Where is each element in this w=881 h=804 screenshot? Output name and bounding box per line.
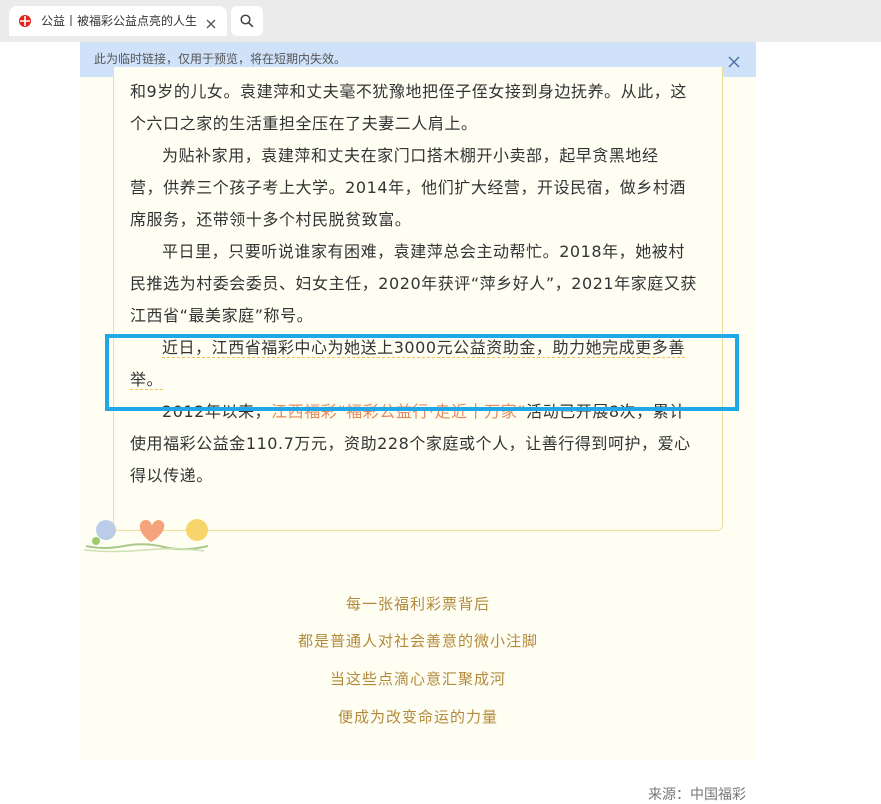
lottery-logo-icon [17, 13, 33, 29]
slogan-line: 便成为改变命运的力量 [337, 708, 498, 726]
tab-search-button[interactable] [231, 6, 263, 36]
tab-title: 公益丨被福彩公益点亮的人生 [41, 14, 198, 28]
paragraph-2: 为贴补家用，袁建萍和丈夫在家门口搭木棚开小卖部，起早贪黑地经 营，供养三个孩子考… [130, 140, 708, 236]
banner-text: 此为临时链接，仅用于预览，将在短期内失效。 [94, 52, 347, 66]
slogan-line: 当这些点滴心意汇聚成河 [329, 670, 506, 688]
close-icon[interactable] [728, 53, 740, 68]
text-line: 江西省“最美家庭”称号。 [130, 306, 314, 325]
slogan-line: 每一张福利彩票背后 [345, 595, 490, 613]
text-line: 营，供养三个孩子考上大学。2014年，他们扩大经营，开设民宿，做乡村酒 [130, 178, 686, 197]
article-card: 和9岁的儿女。袁建萍和丈夫毫不犹豫地把侄子侄女接到身边抚养。从此，这 个六口之家… [113, 67, 723, 531]
paragraph-3: 平日里，只要听说谁家有困难，袁建萍总会主动帮忙。2018年，她被村 民推选为村委… [130, 236, 708, 332]
text-line: 平日里，只要听说谁家有困难，袁建萍总会主动帮忙。2018年，她被村 [162, 242, 685, 261]
text-line: 个六口之家的生活重担全压在了夫妻二人肩上。 [130, 114, 478, 133]
browser-tab-bar: 公益丨被福彩公益点亮的人生 [0, 0, 881, 42]
tab-close-icon[interactable] [205, 15, 217, 29]
text-line: 使用福彩公益金110.7万元，资助228个家庭或个人，让善行得到呵护，爱心 [130, 434, 691, 453]
text-line: 得以传递。 [130, 466, 213, 485]
search-icon [240, 14, 254, 28]
text-line: 席服务，还带领十多个村民脱贫致富。 [130, 210, 412, 229]
text-line: 和9岁的儿女。袁建萍和丈夫毫不犹豫地把侄子侄女接到身边抚养。从此，这 [130, 82, 687, 101]
text-line: 民推选为村委会委员、妇女主任，2020年获评“萍乡好人”，2021年家庭又获 [130, 274, 697, 293]
decorative-doodle-icon [84, 519, 209, 553]
browser-tab[interactable]: 公益丨被福彩公益点亮的人生 [9, 6, 227, 36]
paragraph-1: 和9岁的儿女。袁建萍和丈夫毫不犹豫地把侄子侄女接到身边抚养。从此，这 个六口之家… [130, 76, 708, 140]
source-text: 来源：中国福彩 [648, 787, 746, 803]
slogan-line: 都是普通人对社会善意的微小注脚 [297, 632, 538, 650]
highlight-box [105, 334, 739, 411]
text-line: 为贴补家用，袁建萍和丈夫在家门口搭木棚开小卖部，起早贪黑地经 [162, 146, 659, 165]
article-page: 和9岁的儿女。袁建萍和丈夫毫不犹豫地把侄子侄女接到身边抚养。从此，这 个六口之家… [80, 67, 756, 760]
